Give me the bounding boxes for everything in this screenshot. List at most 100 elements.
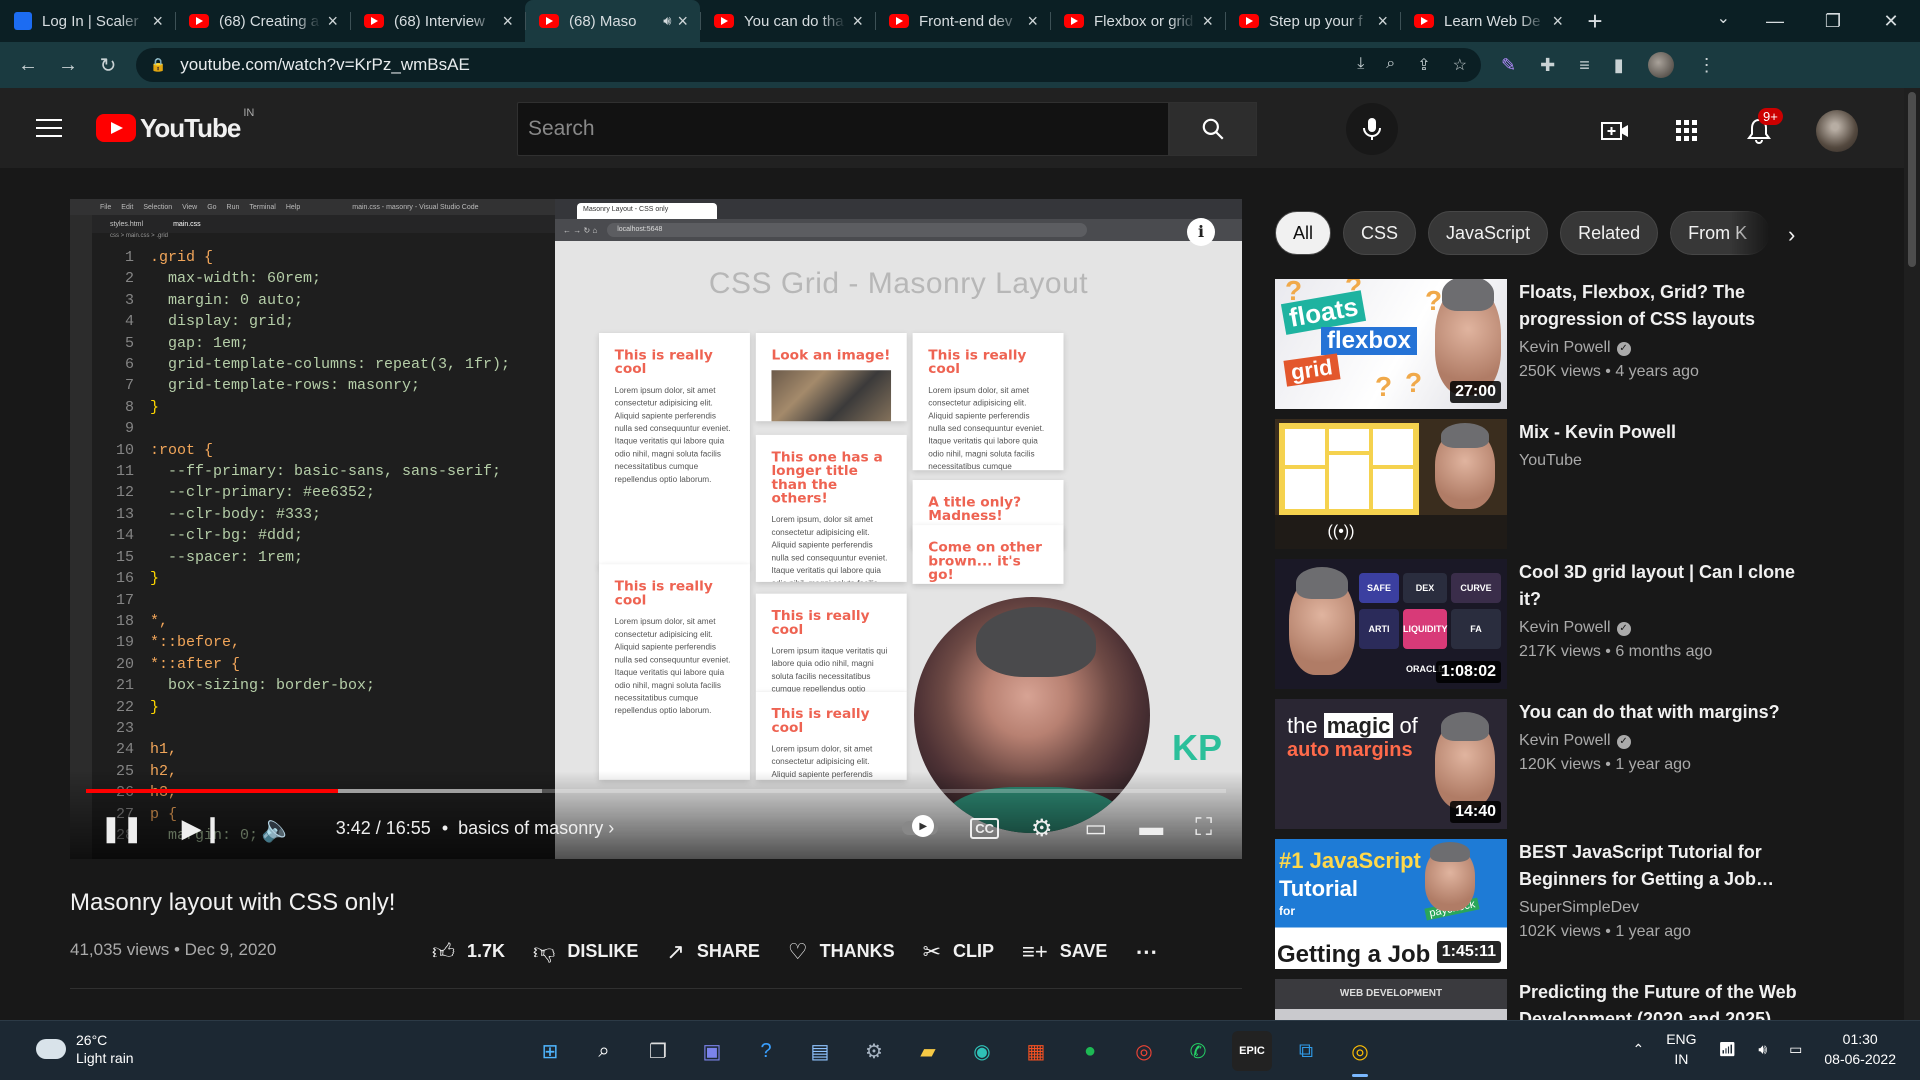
chrome-active-icon[interactable]: ◎ — [1340, 1031, 1380, 1077]
close-tab-icon[interactable]: × — [152, 11, 163, 32]
dislike-button[interactable]: 👎︎ DISLIKE — [533, 938, 638, 965]
fullscreen-icon[interactable]: ⛶ — [1195, 814, 1212, 842]
close-tab-icon[interactable]: × — [327, 11, 338, 32]
settings-gear-icon[interactable]: ⚙ — [1031, 814, 1053, 843]
browser-tab[interactable]: Log In | Scaler × — [0, 0, 175, 42]
recommended-video[interactable]: #1 JavaScriptTutorialforpaycheckGetting … — [1275, 839, 1885, 969]
forward-button[interactable]: → — [48, 54, 88, 77]
pen-extension-icon[interactable]: ✎ — [1501, 55, 1516, 76]
close-tab-icon[interactable]: × — [852, 11, 863, 32]
recommended-video[interactable]: SAFE DEX CURVE ARTI LIQUIDITY ORACLE FA 1:08:0… — [1275, 559, 1885, 689]
progress-bar[interactable] — [86, 789, 1226, 793]
omnibox[interactable]: 🔒 youtube.com/watch?v=KrPz_wmBsAE ⤓ ⌕ ⇪ … — [136, 48, 1481, 82]
tips-icon[interactable]: ? — [746, 1031, 786, 1071]
search-icon[interactable]: ⌕ — [584, 1031, 624, 1071]
filter-chip[interactable]: CSS — [1343, 211, 1417, 255]
settings-icon[interactable]: ⚙ — [854, 1031, 894, 1071]
browser-profile-avatar[interactable] — [1647, 52, 1674, 78]
browser-tab[interactable]: Step up your f × — [1225, 0, 1400, 42]
thanks-button[interactable]: ♡ THANKS — [788, 939, 895, 965]
side-panel-icon[interactable]: ▮ — [1614, 55, 1624, 76]
browser-tab[interactable]: You can do tha × — [700, 0, 875, 42]
close-tab-icon[interactable]: × — [1027, 11, 1038, 32]
browser-tab[interactable]: (68) Maso 🔊︎ × — [525, 0, 700, 42]
video-thumbnail[interactable]: #1 JavaScriptTutorialforpaycheckGetting … — [1275, 839, 1507, 969]
browser-tab[interactable]: Learn Web De × — [1400, 0, 1575, 42]
media-queue-icon[interactable]: ≡ — [1579, 55, 1590, 76]
task-view-icon[interactable]: ❐ — [638, 1031, 678, 1071]
close-tab-icon[interactable]: × — [1202, 11, 1213, 32]
install-app-icon[interactable]: ⤓ — [1357, 55, 1364, 75]
weather-widget[interactable]: 26°C Light rain — [36, 1031, 134, 1067]
new-tab-button[interactable]: + — [1575, 0, 1615, 42]
recommended-video[interactable]: the magic of auto margins 14:40 You can do … — [1275, 699, 1885, 829]
edge-browser-icon[interactable]: ◉ — [962, 1031, 1002, 1071]
filter-chip[interactable]: Related — [1560, 211, 1659, 255]
theater-mode-icon[interactable]: ▬ — [1139, 814, 1163, 842]
video-thumbnail[interactable]: SAFE DEX CURVE ARTI LIQUIDITY ORACLE FA 1:08:0… — [1275, 559, 1507, 689]
info-icon[interactable]: i — [1187, 218, 1215, 246]
extensions-puzzle-icon[interactable]: ✚ — [1540, 55, 1555, 76]
clip-button[interactable]: ✂ CLIP — [923, 939, 994, 965]
browser-tab[interactable]: (68) Interview × — [350, 0, 525, 42]
more-actions-icon[interactable]: ⋯ — [1135, 939, 1157, 965]
recommended-video[interactable]: ((•)) Mix - Kevin Powell YouTube — [1275, 419, 1885, 549]
microsoft-store-icon[interactable]: ▦ — [1016, 1031, 1056, 1071]
youtube-logo[interactable]: YouTube IN — [96, 107, 254, 144]
photos-icon[interactable]: ▤ — [800, 1031, 840, 1071]
share-button[interactable]: ↗ SHARE — [666, 939, 759, 965]
browser-tab[interactable]: Front-end dev × — [875, 0, 1050, 42]
teams-chat-icon[interactable]: ▣ — [692, 1031, 732, 1071]
search-button[interactable] — [1169, 102, 1257, 156]
filter-chip[interactable]: All — [1275, 211, 1332, 255]
pause-icon[interactable]: ❚❚ — [100, 813, 144, 844]
page-scrollbar[interactable] — [1904, 88, 1920, 1020]
start-windows-icon[interactable]: ⊞ — [530, 1031, 570, 1071]
share-icon[interactable]: ⇪ — [1417, 55, 1430, 75]
show-hidden-icons-icon[interactable]: ⌃ — [1632, 1041, 1644, 1058]
notifications-bell-icon[interactable]: 9+ — [1744, 108, 1783, 146]
create-video-icon[interactable] — [1600, 116, 1630, 146]
apps-grid-icon[interactable] — [1672, 116, 1702, 146]
video-thumbnail[interactable]: ??????floatsflexboxgrid27:00 — [1275, 279, 1507, 409]
back-button[interactable]: ← — [8, 54, 48, 77]
miniplayer-icon[interactable]: ▭ — [1085, 814, 1108, 843]
video-thumbnail[interactable]: WEB DEVELOPMENT — [1275, 979, 1507, 1020]
language-indicator[interactable]: ENG IN — [1666, 1029, 1696, 1069]
bookmark-star-icon[interactable]: ☆ — [1453, 55, 1467, 75]
maximize-button[interactable]: ❐ — [1804, 0, 1862, 42]
video-player[interactable]: File Edit Selection View Go Run Terminal Help m… — [70, 199, 1242, 859]
video-thumbnail[interactable]: the magic of auto margins 14:40 — [1275, 699, 1507, 829]
clock[interactable]: 01:30 08-06-2022 — [1824, 1029, 1896, 1069]
browser-tab[interactable]: Flexbox or grid × — [1050, 0, 1225, 42]
autoplay-toggle[interactable] — [902, 815, 939, 837]
speaker-icon[interactable]: 🔊︎ — [1758, 1041, 1767, 1058]
video-thumbnail[interactable]: ((•)) — [1275, 419, 1507, 549]
filter-chip[interactable]: JavaScript — [1428, 211, 1549, 255]
chevron-right-icon[interactable]: › — [1788, 222, 1795, 248]
recommended-video[interactable]: ??????floatsflexboxgrid27:00Floats, Flex… — [1275, 279, 1885, 409]
file-explorer-icon[interactable]: ▰ — [908, 1031, 948, 1071]
browser-tab[interactable]: (68) Creating a × — [175, 0, 350, 42]
browser-menu-icon[interactable]: ⋮ — [1698, 55, 1716, 76]
minimize-button[interactable]: — — [1746, 0, 1804, 42]
epic-games-icon[interactable]: EPIC — [1232, 1031, 1272, 1071]
filter-chip[interactable]: From K — [1670, 211, 1771, 255]
subtitles-button[interactable]: CC — [970, 817, 999, 839]
chapter-title[interactable]: • basics of masonry › — [437, 818, 614, 839]
tab-search-icon[interactable]: ⌄ — [1717, 8, 1730, 28]
next-video-icon[interactable]: ▶❙ — [182, 813, 224, 844]
close-tab-icon[interactable]: × — [502, 11, 513, 32]
lock-icon[interactable]: 🔒 — [150, 57, 166, 73]
search-input[interactable]: Search — [517, 102, 1169, 156]
zoom-icon[interactable]: ⌕ — [1386, 55, 1395, 75]
like-button[interactable]: 👍︎ 1.7K — [432, 938, 505, 965]
close-tab-icon[interactable]: × — [1377, 11, 1388, 32]
account-avatar[interactable] — [1816, 110, 1858, 152]
wifi-icon[interactable]: 📶︎ — [1719, 1041, 1737, 1058]
close-window-button[interactable]: ✕ — [1862, 0, 1920, 42]
chrome-icon[interactable]: ◎ — [1124, 1031, 1164, 1071]
close-tab-icon[interactable]: × — [677, 11, 688, 32]
volume-icon[interactable]: 🔈 — [261, 813, 293, 844]
close-tab-icon[interactable]: × — [1552, 11, 1563, 32]
